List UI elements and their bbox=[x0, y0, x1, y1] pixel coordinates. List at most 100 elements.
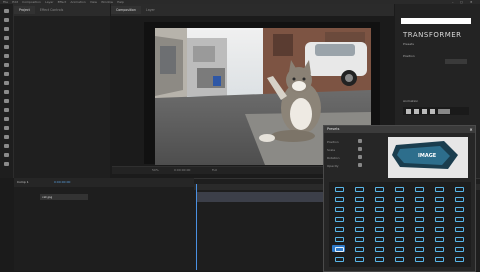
folder-icon[interactable] bbox=[3, 143, 10, 149]
camera-tool-icon[interactable] bbox=[3, 44, 10, 50]
preset-thumbnail[interactable] bbox=[352, 195, 365, 202]
hand-tool-icon[interactable] bbox=[3, 17, 10, 23]
preset-thumbnail[interactable] bbox=[372, 245, 385, 252]
option-scale[interactable]: Scale bbox=[327, 148, 335, 152]
option-rotation[interactable]: Rotation bbox=[327, 156, 340, 160]
preset-thumbnail[interactable] bbox=[392, 225, 405, 232]
preset-thumbnail[interactable] bbox=[392, 185, 405, 192]
pan-tool-icon[interactable] bbox=[3, 53, 10, 59]
playhead[interactable] bbox=[196, 184, 197, 270]
preset-thumbnail[interactable] bbox=[372, 235, 385, 242]
preset-thumbnail[interactable] bbox=[412, 235, 425, 242]
preset-thumbnail[interactable] bbox=[352, 185, 365, 192]
preset-thumbnail[interactable] bbox=[392, 235, 405, 242]
anim-button-2[interactable] bbox=[414, 108, 419, 114]
preset-thumbnail[interactable] bbox=[372, 205, 385, 212]
preset-thumbnail[interactable] bbox=[352, 245, 365, 252]
clone-tool-icon[interactable] bbox=[3, 98, 10, 104]
toggle-4[interactable] bbox=[358, 163, 362, 167]
preset-thumbnail[interactable] bbox=[412, 255, 425, 262]
rotate-tool-icon[interactable] bbox=[3, 35, 10, 41]
preset-thumbnail[interactable] bbox=[392, 205, 405, 212]
roto-tool-icon[interactable] bbox=[3, 116, 10, 122]
preset-thumbnail[interactable] bbox=[392, 255, 405, 262]
preset-thumbnail[interactable] bbox=[452, 235, 465, 242]
render-icon[interactable] bbox=[3, 161, 10, 167]
layer-track-bar[interactable] bbox=[196, 192, 325, 202]
preset-thumbnail[interactable] bbox=[372, 225, 385, 232]
preset-thumbnail[interactable] bbox=[352, 225, 365, 232]
tab-layer[interactable]: Layer bbox=[141, 8, 160, 12]
preset-thumbnail[interactable] bbox=[432, 245, 445, 252]
preset-thumbnail[interactable] bbox=[372, 195, 385, 202]
viewer-timecode[interactable]: 0:00:00:00 bbox=[174, 168, 190, 172]
layer-name[interactable]: cat.jpg bbox=[40, 194, 88, 200]
zoom-level[interactable]: 50% bbox=[152, 168, 159, 172]
preset-thumbnail[interactable] bbox=[452, 245, 465, 252]
tab-project[interactable]: Project bbox=[14, 6, 35, 14]
preset-thumbnail[interactable] bbox=[412, 185, 425, 192]
preset-thumbnail[interactable] bbox=[352, 215, 365, 222]
preset-thumbnail[interactable] bbox=[452, 185, 465, 192]
anim-button-4[interactable] bbox=[430, 108, 435, 114]
preset-thumbnail[interactable] bbox=[432, 185, 445, 192]
preset-thumbnail[interactable] bbox=[452, 195, 465, 202]
preset-thumbnail[interactable] bbox=[452, 255, 465, 262]
tab-composition[interactable]: Composition bbox=[111, 6, 141, 14]
selection-tool-icon[interactable] bbox=[3, 8, 10, 14]
preset-thumbnail[interactable] bbox=[372, 255, 385, 262]
preset-thumbnail[interactable] bbox=[372, 185, 385, 192]
toggle-1[interactable] bbox=[358, 139, 362, 143]
preset-thumbnail[interactable] bbox=[332, 255, 345, 262]
anim-button-1[interactable] bbox=[406, 108, 411, 114]
pen-tool-icon[interactable] bbox=[3, 71, 10, 77]
eraser-tool-icon[interactable] bbox=[3, 107, 10, 113]
preset-thumbnail[interactable] bbox=[432, 255, 445, 262]
preset-thumbnail[interactable] bbox=[332, 225, 345, 232]
preset-thumbnail[interactable] bbox=[412, 195, 425, 202]
preset-thumbnail[interactable] bbox=[392, 215, 405, 222]
tab-effect-controls[interactable]: Effect Controls bbox=[35, 8, 68, 12]
preset-thumbnail[interactable] bbox=[332, 215, 345, 222]
preset-thumbnail[interactable] bbox=[432, 235, 445, 242]
timeline-timecode[interactable]: 0:00:00:00 bbox=[54, 180, 70, 184]
zoom-tool-icon[interactable] bbox=[3, 26, 10, 32]
preset-thumbnail[interactable] bbox=[452, 225, 465, 232]
anim-button-3[interactable] bbox=[422, 108, 427, 114]
preset-thumbnail[interactable] bbox=[332, 245, 345, 252]
preset-thumbnail[interactable] bbox=[352, 255, 365, 262]
close-icon[interactable]: ✕ bbox=[468, 126, 474, 133]
puppet-tool-icon[interactable] bbox=[3, 125, 10, 131]
preset-thumbnail[interactable] bbox=[452, 205, 465, 212]
preset-thumbnail[interactable] bbox=[432, 205, 445, 212]
preset-thumbnail[interactable] bbox=[412, 215, 425, 222]
preset-thumbnail[interactable] bbox=[432, 225, 445, 232]
option-position[interactable]: Position bbox=[327, 140, 339, 144]
preset-thumbnail[interactable] bbox=[412, 245, 425, 252]
preset-thumbnail[interactable] bbox=[332, 235, 345, 242]
type-tool-icon[interactable] bbox=[3, 80, 10, 86]
preset-thumbnail[interactable] bbox=[352, 235, 365, 242]
preset-thumbnail[interactable] bbox=[332, 195, 345, 202]
toggle-3[interactable] bbox=[358, 155, 362, 159]
position-field[interactable] bbox=[445, 59, 467, 64]
preset-thumbnail[interactable] bbox=[432, 215, 445, 222]
brush-tool-icon[interactable] bbox=[3, 89, 10, 95]
preset-thumbnail[interactable] bbox=[352, 205, 365, 212]
preset-thumbnail[interactable] bbox=[332, 185, 345, 192]
preset-thumbnail[interactable] bbox=[332, 205, 345, 212]
option-opacity[interactable]: Opacity bbox=[327, 164, 339, 168]
layers-icon[interactable] bbox=[3, 152, 10, 158]
timeline-tab[interactable]: Comp 1 bbox=[17, 180, 29, 184]
preset-thumbnail[interactable] bbox=[452, 215, 465, 222]
toggle-2[interactable] bbox=[358, 147, 362, 151]
preset-thumbnail[interactable] bbox=[372, 215, 385, 222]
mask-tool-icon[interactable] bbox=[3, 62, 10, 68]
preset-thumbnail[interactable] bbox=[432, 195, 445, 202]
preset-thumbnail[interactable] bbox=[412, 205, 425, 212]
apply-button[interactable] bbox=[438, 108, 450, 114]
search-input[interactable] bbox=[401, 18, 471, 24]
preset-thumbnail[interactable] bbox=[392, 195, 405, 202]
preset-thumbnail[interactable] bbox=[412, 225, 425, 232]
settings-icon[interactable] bbox=[3, 134, 10, 140]
